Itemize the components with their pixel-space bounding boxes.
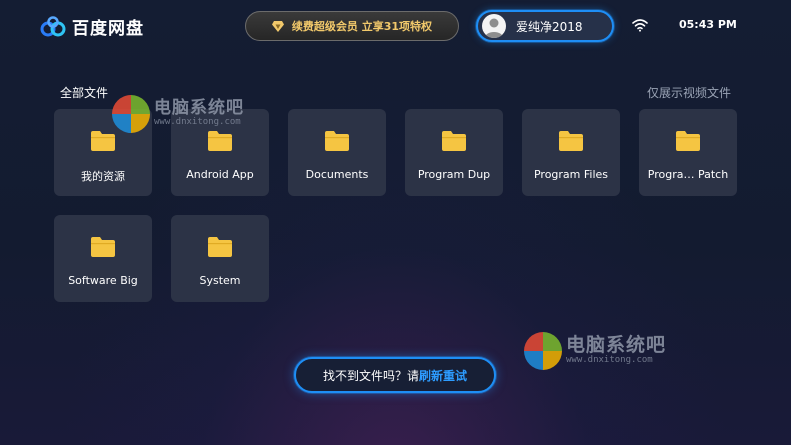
watermark-url: www.dnxitong.com bbox=[154, 117, 241, 128]
folder-icon bbox=[91, 237, 115, 257]
folder-icon bbox=[91, 131, 115, 151]
folder-tile[interactable]: Progra… Patch bbox=[639, 109, 737, 196]
user-account-button[interactable]: 爱纯净2018 bbox=[476, 10, 614, 42]
folder-name: Progra… Patch bbox=[647, 168, 729, 181]
app-name: 百度网盘 bbox=[72, 19, 144, 39]
folder-tile[interactable]: System bbox=[171, 215, 269, 302]
folder-icon bbox=[325, 131, 349, 151]
refresh-prompt: 找不到文件吗？请 bbox=[322, 368, 419, 383]
wifi-icon bbox=[632, 19, 648, 32]
diamond-icon bbox=[271, 20, 284, 32]
avatar-icon bbox=[482, 14, 506, 38]
folder-name: Program Files bbox=[533, 168, 609, 181]
section-title: 全部文件 bbox=[60, 86, 109, 100]
folder-tile[interactable]: Software Big bbox=[54, 215, 152, 302]
watermark-windows-logo-icon bbox=[524, 332, 562, 370]
baidu-netdisk-logo-icon bbox=[40, 15, 66, 36]
folder-tile[interactable]: Program Files bbox=[522, 109, 620, 196]
folder-name: Documents bbox=[305, 168, 369, 181]
folder-tile[interactable]: Documents bbox=[288, 109, 386, 196]
folder-name: Android App bbox=[186, 168, 254, 181]
folder-icon bbox=[676, 131, 700, 151]
folder-name: Software Big bbox=[68, 274, 138, 287]
folder-name: Program Dup bbox=[417, 168, 491, 181]
watermark-windows-logo-icon bbox=[112, 95, 150, 133]
folder-icon bbox=[208, 131, 232, 151]
video-only-filter[interactable]: 仅展示视频文件 bbox=[647, 84, 731, 101]
watermark-url: www.dnxitong.com bbox=[566, 355, 653, 366]
folder-icon bbox=[208, 237, 232, 257]
clock: 05:43 PM bbox=[679, 18, 737, 31]
watermark-bottom: 电脑系统吧 www.dnxitong.com bbox=[524, 332, 666, 370]
app-logo: 百度网盘 bbox=[40, 14, 144, 39]
folder-name: 我的资源 bbox=[81, 170, 125, 183]
vip-banner-text: 续费超级会员 立享31项特权 bbox=[291, 20, 433, 33]
folder-tile[interactable]: Program Dup bbox=[405, 109, 503, 196]
watermark-top: 电脑系统吧 www.dnxitong.com bbox=[112, 95, 244, 133]
folder-icon bbox=[442, 131, 466, 151]
vip-renew-banner[interactable]: 续费超级会员 立享31项特权 bbox=[245, 11, 459, 41]
folder-name: System bbox=[199, 274, 241, 287]
refresh-retry-button[interactable]: 找不到文件吗？请 刷新重试 bbox=[294, 357, 496, 393]
user-name: 爱纯净2018 bbox=[516, 19, 583, 34]
folder-icon bbox=[559, 131, 583, 151]
watermark-name: 电脑系统吧 bbox=[566, 334, 667, 357]
refresh-link[interactable]: 刷新重试 bbox=[419, 367, 467, 384]
watermark-name: 电脑系统吧 bbox=[154, 98, 244, 119]
